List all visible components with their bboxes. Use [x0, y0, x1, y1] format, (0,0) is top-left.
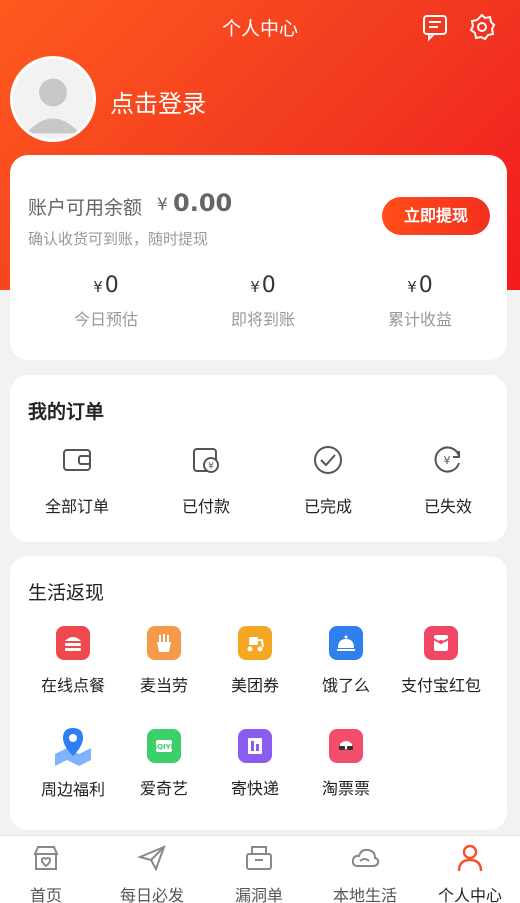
- orders-title: 我的订单: [28, 401, 105, 423]
- life-label: 美团券: [230, 676, 279, 695]
- gear-icon[interactable]: [467, 12, 497, 42]
- paid-icon: ¥: [189, 443, 223, 477]
- life-label: 爱奇艺: [139, 779, 188, 798]
- stat-today: ¥0 今日预估: [36, 273, 176, 330]
- tab-bar: 首页 每日必发 漏洞单 本地生活 个人中心: [0, 835, 520, 903]
- stat-label: 今日预估: [73, 310, 138, 329]
- box-icon: [243, 842, 275, 874]
- stat-value: 0: [418, 273, 433, 298]
- life-item-express[interactable]: 寄快递: [209, 729, 301, 799]
- tab-daily[interactable]: 每日必发: [100, 842, 204, 903]
- life-label: 寄快递: [230, 779, 279, 798]
- user-icon: [454, 842, 486, 874]
- home-shop-icon: [30, 842, 62, 874]
- life-item-iqiyi[interactable]: iQIYI 爱奇艺: [118, 729, 210, 799]
- order-all[interactable]: 全部订单: [22, 443, 132, 517]
- life-label: 麦当劳: [139, 676, 188, 695]
- tab-loophole[interactable]: 漏洞单: [207, 842, 311, 903]
- fries-icon: [147, 626, 181, 660]
- stat-currency: ¥: [93, 278, 103, 296]
- life-card: 生活返现 在线点餐 麦当劳 美团券 饿了么 支付宝红包 周边福利 iQIYI 爱…: [10, 556, 507, 830]
- cloche-icon: [329, 626, 363, 660]
- life-label: 淘票票: [321, 779, 370, 798]
- stat-currency: ¥: [407, 278, 417, 296]
- tab-local[interactable]: 本地生活: [313, 842, 417, 903]
- balance-subtitle: 确认收货可到账，随时提现: [28, 230, 209, 248]
- life-item-nearby[interactable]: 周边福利: [27, 724, 119, 800]
- order-paid[interactable]: ¥ 已付款: [151, 443, 261, 517]
- login-link[interactable]: 点击登录: [110, 84, 206, 119]
- life-item-eleme[interactable]: 饿了么: [300, 626, 392, 696]
- life-item-dine[interactable]: 在线点餐: [27, 626, 119, 696]
- movie-glasses-icon: [329, 729, 363, 763]
- order-label: 已付款: [181, 497, 230, 516]
- stat-label: 即将到账: [230, 310, 295, 329]
- stat-label: 累计收益: [387, 310, 452, 329]
- order-label: 已失效: [423, 497, 472, 516]
- iqiyi-icon: iQIYI: [147, 729, 181, 763]
- expired-icon: ¥: [431, 443, 465, 477]
- stat-total: ¥0 累计收益: [350, 273, 490, 330]
- burger-icon: [56, 626, 90, 660]
- life-label: 支付宝红包: [400, 676, 481, 695]
- order-completed[interactable]: 已完成: [273, 443, 383, 517]
- stat-value: 0: [261, 273, 276, 298]
- order-label: 全部订单: [44, 497, 109, 516]
- balance-amount: 0.00: [173, 189, 233, 217]
- order-label: 已完成: [303, 497, 352, 516]
- balance-label: 账户可用余额: [28, 197, 143, 219]
- order-expired[interactable]: ¥ 已失效: [393, 443, 503, 517]
- stat-currency: ¥: [250, 278, 260, 296]
- stat-value: 0: [104, 273, 119, 298]
- tab-profile[interactable]: 个人中心: [418, 842, 520, 903]
- balance-card: 账户可用余额 ¥ 0.00 确认收货可到账，随时提现 立即提现 ¥0 今日预估 …: [10, 155, 507, 360]
- parcel-icon: [238, 729, 272, 763]
- map-pin-icon: [51, 724, 95, 768]
- wallet-icon: [60, 443, 94, 477]
- life-item-alipay[interactable]: 支付宝红包: [391, 626, 491, 696]
- tab-label: 本地生活: [332, 886, 397, 903]
- life-label: 在线点餐: [40, 676, 105, 695]
- life-item-mcdonalds[interactable]: 麦当劳: [118, 626, 210, 696]
- app-root: { "header": {"title": "个人中心", "message_i…: [0, 0, 520, 903]
- tab-label: 个人中心: [437, 886, 502, 903]
- life-title: 生活返现: [28, 582, 105, 604]
- life-label: 饿了么: [321, 676, 370, 695]
- balance-currency: ¥: [157, 195, 168, 215]
- life-label: 周边福利: [40, 780, 105, 799]
- check-icon: [311, 443, 345, 477]
- red-envelope-icon: [424, 626, 458, 660]
- paper-plane-icon: [136, 842, 168, 874]
- stat-incoming: ¥0 即将到账: [193, 273, 333, 330]
- tab-label: 首页: [29, 886, 62, 903]
- tab-home[interactable]: 首页: [0, 842, 98, 903]
- scooter-icon: [238, 626, 272, 660]
- svg-text:iQIYI: iQIYI: [155, 743, 174, 751]
- withdraw-button[interactable]: 立即提现: [382, 197, 490, 235]
- life-item-meituan[interactable]: 美团券: [209, 626, 301, 696]
- svg-text:¥: ¥: [444, 454, 451, 467]
- orders-card: 我的订单 全部订单 ¥ 已付款 已完成 ¥ 已失效: [10, 375, 507, 542]
- tab-label: 每日必发: [119, 886, 184, 903]
- life-item-taopiaopiao[interactable]: 淘票票: [300, 729, 392, 799]
- svg-text:¥: ¥: [208, 462, 214, 472]
- cloud-icon: [349, 842, 381, 874]
- tab-label: 漏洞单: [234, 886, 283, 903]
- message-icon[interactable]: [420, 12, 450, 42]
- avatar[interactable]: [10, 56, 96, 142]
